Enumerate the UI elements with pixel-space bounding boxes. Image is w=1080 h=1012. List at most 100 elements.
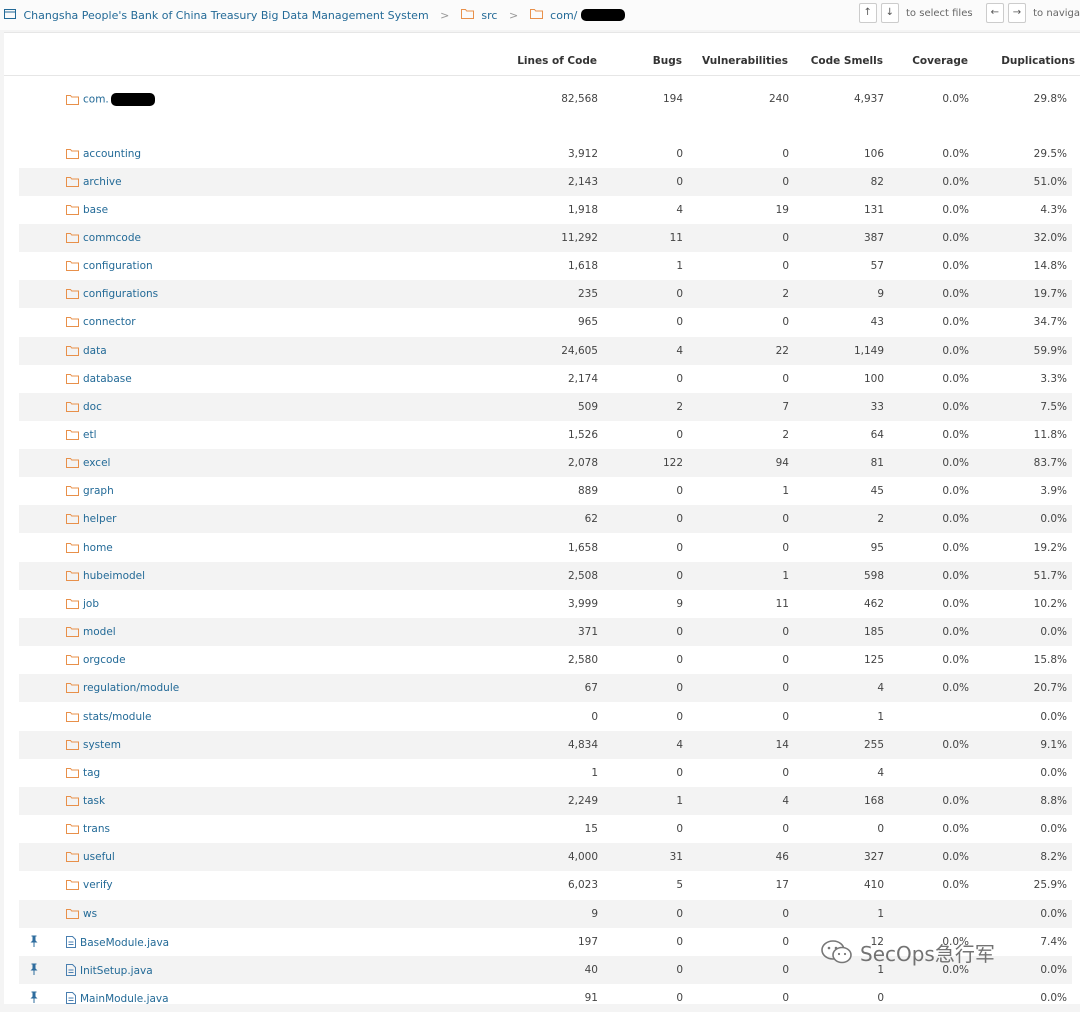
pin-icon[interactable] [29,935,39,950]
component-name[interactable]: excel [66,457,110,471]
left-key-button[interactable]: ← [985,3,1004,23]
down-key-button[interactable]: ↓ [880,3,899,23]
cell-bugs: 0 [676,766,683,779]
component-label: task [83,794,106,807]
right-key-button[interactable]: → [1007,3,1026,23]
directory-row[interactable]: connector 965 0 0 43 0.0% 34.7% [19,308,1072,336]
file-row[interactable]: InitSetup.java 40 0 0 1 0.0% 0.0% [19,955,1072,984]
directory-row[interactable]: ws 9 0 0 1 0.0% [19,899,1072,928]
component-name[interactable]: MainModule.java [66,992,169,1007]
keyboard-hints: ↑ ↓ to select files ← → to naviga [858,3,1080,23]
root-loc: 82,568 [561,93,598,105]
breadcrumb-separator: > [508,8,519,22]
component-name[interactable]: hubeimodel [66,570,145,584]
directory-row[interactable]: etl 1,526 0 2 64 0.0% 11.8% [19,421,1072,449]
component-name[interactable]: useful [66,851,115,865]
folder-icon [66,260,79,274]
directory-row[interactable]: commcode 11,292 11 0 387 0.0% 32.0% [19,223,1072,252]
component-name[interactable]: home [66,542,113,556]
column-coverage[interactable]: Coverage [912,55,968,67]
directory-row[interactable]: system 4,834 4 14 255 0.0% 9.1% [19,730,1072,759]
component-name[interactable]: commcode [66,232,141,246]
directory-row[interactable]: graph 889 0 1 45 0.0% 3.9% [19,477,1072,505]
cell-loc: 6,023 [567,879,598,892]
column-bugs[interactable]: Bugs [653,55,682,67]
breadcrumb-package[interactable]: com/ [550,9,577,22]
component-name[interactable]: etl [66,429,97,443]
directory-row[interactable]: verify 6,023 5 17 410 0.0% 25.9% [19,871,1072,899]
directory-row[interactable]: configurations 235 0 2 9 0.0% 19.7% [19,280,1072,309]
component-name[interactable]: configurations [66,288,158,302]
component-name[interactable]: verify [66,879,113,893]
directory-row[interactable]: useful 4,000 31 46 327 0.0% 8.2% [19,843,1072,872]
folder-icon [66,345,79,359]
component-name[interactable]: configuration [66,260,153,274]
cell-duplications: 14.8% [1033,260,1067,273]
directory-row[interactable]: archive 2,143 0 0 82 0.0% 51.0% [19,167,1072,196]
directory-row[interactable]: tag 1 0 0 4 0.0% [19,759,1072,787]
directory-row[interactable]: accounting 3,912 0 0 106 0.0% 29.5% [19,140,1072,168]
directory-row[interactable]: orgcode 2,580 0 0 125 0.0% 15.8% [19,646,1072,674]
file-row[interactable]: MainModule.java 91 0 0 0 0.0% [19,984,1072,1012]
cell-loc: 1,918 [567,203,598,216]
component-name[interactable]: base [66,204,108,218]
directory-row[interactable]: database 2,174 0 0 100 0.0% 3.3% [19,365,1072,393]
component-name[interactable]: job [66,598,99,612]
component-name[interactable]: graph [66,485,114,499]
cell-code-smells: 1,149 [853,344,884,357]
component-name[interactable]: doc [66,401,102,415]
directory-row[interactable]: model 371 0 0 185 0.0% 0.0% [19,618,1072,647]
directory-row[interactable]: data 24,605 4 22 1,149 0.0% 59.9% [19,336,1072,365]
directory-row[interactable]: configuration 1,618 1 0 57 0.0% 14.8% [19,252,1072,280]
column-duplications[interactable]: Duplications [1001,55,1075,67]
component-name[interactable]: stats/module [66,711,152,725]
component-name[interactable]: InitSetup.java [66,963,153,979]
folder-icon [66,682,79,696]
directory-row[interactable]: trans 15 0 0 0 0.0% 0.0% [19,815,1072,843]
directory-row[interactable]: job 3,999 9 11 462 0.0% 10.2% [19,590,1072,618]
component-name[interactable]: connector [66,316,136,330]
pin-icon[interactable] [29,991,39,1006]
directory-row[interactable]: doc 509 2 7 33 0.0% 7.5% [19,392,1072,421]
pin-icon[interactable] [29,963,39,978]
root-name[interactable]: com. [66,93,155,108]
breadcrumb-separator: > [440,8,450,22]
component-name[interactable]: tag [66,767,100,781]
cell-loc: 9 [591,907,598,920]
directory-row[interactable]: stats/module 0 0 0 1 0.0% [19,703,1072,731]
directory-row[interactable]: base 1,918 4 19 131 0.0% 4.3% [19,196,1072,224]
component-name[interactable]: BaseModule.java [66,935,169,951]
column-vulnerabilities[interactable]: Vulnerabilities [702,55,788,67]
directory-row[interactable]: task 2,249 1 4 168 0.0% 8.8% [19,786,1072,815]
up-key-button[interactable]: ↑ [858,3,877,23]
directory-row[interactable]: helper 62 0 0 2 0.0% 0.0% [19,505,1072,534]
directory-row[interactable]: excel 2,078 122 94 81 0.0% 83.7% [19,449,1072,478]
component-name[interactable]: data [66,345,107,359]
cell-vulnerabilities: 0 [782,626,789,639]
cell-code-smells: 125 [863,654,884,667]
cell-coverage: 0.0% [942,851,969,864]
component-name[interactable]: system [66,739,121,753]
component-name[interactable]: accounting [66,148,141,162]
breadcrumb-project[interactable]: Changsha People's Bank of China Treasury… [24,9,429,22]
directory-row[interactable]: home 1,658 0 0 95 0.0% 19.2% [19,534,1072,562]
breadcrumb-src[interactable]: src [481,9,497,22]
cell-vulnerabilities: 0 [782,907,789,920]
directory-row[interactable]: regulation/module 67 0 0 4 0.0% 20.7% [19,674,1072,703]
component-name[interactable]: archive [66,176,122,190]
cell-duplications: 25.9% [1033,879,1067,892]
file-row[interactable]: BaseModule.java 197 0 0 12 0.0% 7.4% [19,928,1072,956]
component-name[interactable]: helper [66,513,116,527]
column-lines-of-code[interactable]: Lines of Code [517,55,597,67]
component-name[interactable]: database [66,373,132,387]
component-name[interactable]: task [66,795,105,809]
component-name[interactable]: regulation/module [66,682,179,696]
cell-bugs: 4 [676,203,683,216]
component-name[interactable]: orgcode [66,654,126,668]
component-name[interactable]: ws [66,908,97,922]
root-row[interactable]: com. 82,568 194 240 4,937 0.0% 29.8% [19,85,1072,113]
component-name[interactable]: trans [66,823,110,837]
component-name[interactable]: model [66,626,116,640]
directory-row[interactable]: hubeimodel 2,508 0 1 598 0.0% 51.7% [19,561,1072,590]
column-code-smells[interactable]: Code Smells [811,55,883,67]
